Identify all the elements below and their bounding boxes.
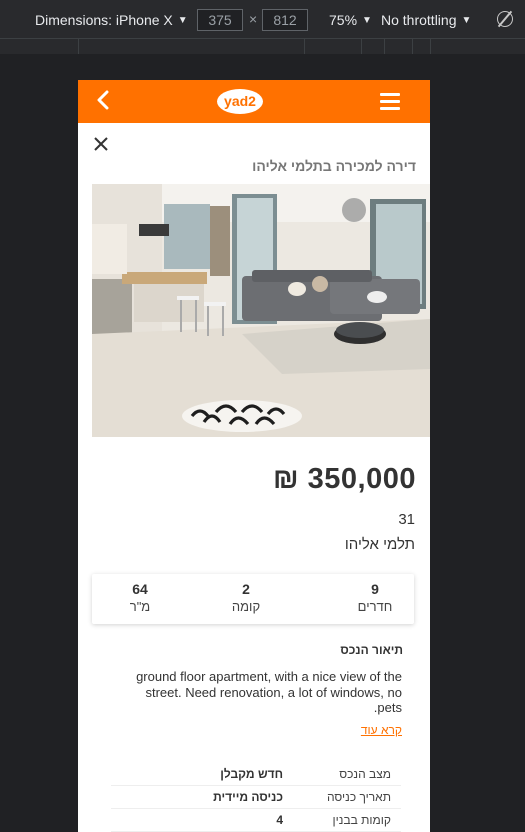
- height-input[interactable]: 812: [262, 9, 308, 31]
- yad2-logo[interactable]: yad2: [217, 89, 263, 114]
- times-sign: ×: [249, 11, 258, 27]
- device-label: Dimensions: iPhone X: [35, 12, 173, 28]
- price: 350,000 ₪: [272, 463, 416, 495]
- details-value: 4: [276, 813, 283, 827]
- throttle-label: No throttling: [381, 12, 457, 28]
- chevron-left-icon[interactable]: [96, 90, 110, 110]
- stat-rooms: 9 חדרים: [330, 581, 420, 614]
- media-query-ruler: [0, 38, 525, 54]
- stat-label: קומה: [231, 599, 261, 614]
- details-key: קומות בבנין: [332, 813, 391, 827]
- close-icon[interactable]: [94, 137, 108, 151]
- ruler-segment: [78, 39, 79, 54]
- device-selector[interactable]: Dimensions: iPhone X ▼: [35, 12, 188, 28]
- zoom-label: 75%: [329, 12, 358, 28]
- stat-value: 9: [371, 581, 379, 597]
- description-body: ground floor apartment, with a nice view…: [136, 669, 402, 715]
- dropdown-caret-icon: ▼: [362, 15, 372, 26]
- dropdown-caret-icon: ▼: [461, 15, 472, 26]
- app-header: yad2: [78, 80, 430, 123]
- apartment-photo[interactable]: [92, 184, 430, 437]
- details-key: מצב הנכס: [339, 767, 391, 781]
- details-value: כניסה מיידית: [213, 790, 283, 804]
- details-row: קומות בבנין 4: [111, 809, 401, 832]
- throttle-selector[interactable]: No throttling ▼: [381, 12, 471, 28]
- zoom-selector[interactable]: 75% ▼: [329, 12, 372, 28]
- street-name: תלמי אליהו: [344, 536, 415, 553]
- description-heading: תיאור הנכס: [340, 643, 403, 657]
- width-input[interactable]: 375: [197, 9, 243, 31]
- rotate-icon[interactable]: [497, 11, 513, 27]
- stat-label: חדרים: [357, 599, 393, 614]
- details-value: חדש מקבלן: [220, 767, 283, 781]
- ruler-segment: [430, 39, 431, 54]
- stat-floor: 2 קומה: [201, 581, 291, 614]
- details-row: מצב הנכס חדש מקבלן: [111, 763, 401, 786]
- stat-area: 64 מ"ר: [95, 581, 185, 614]
- ruler-segment: [384, 39, 385, 54]
- details-row: תאריך כניסה כניסה מיידית: [111, 786, 401, 809]
- stat-label: מ"ר: [129, 599, 151, 614]
- read-more-link[interactable]: קרא עוד: [361, 723, 402, 737]
- dropdown-caret-icon: ▼: [177, 15, 188, 26]
- details-key: תאריך כניסה: [326, 790, 391, 804]
- ruler-segment: [412, 39, 413, 54]
- mobile-viewport: yad2 דירה למכירה בתלמי אליהו 350,000 ₪ 3…: [78, 80, 430, 832]
- ruler-segment: [361, 39, 362, 54]
- hamburger-menu-icon[interactable]: [380, 93, 400, 110]
- stat-value: 2: [242, 581, 250, 597]
- street-number: 31: [398, 511, 415, 528]
- ruler-segment: [304, 39, 305, 54]
- details-table: מצב הנכס חדש מקבלן תאריך כניסה כניסה מיי…: [111, 763, 401, 832]
- listing-title: דירה למכירה בתלמי אליהו: [252, 158, 416, 174]
- stat-value: 64: [132, 581, 148, 597]
- devtools-toolbar: Dimensions: iPhone X ▼ 375 × 812 75% ▼ No …: [0, 0, 525, 38]
- stats-card: 9 חדרים 2 קומה 64 מ"ר: [92, 574, 414, 624]
